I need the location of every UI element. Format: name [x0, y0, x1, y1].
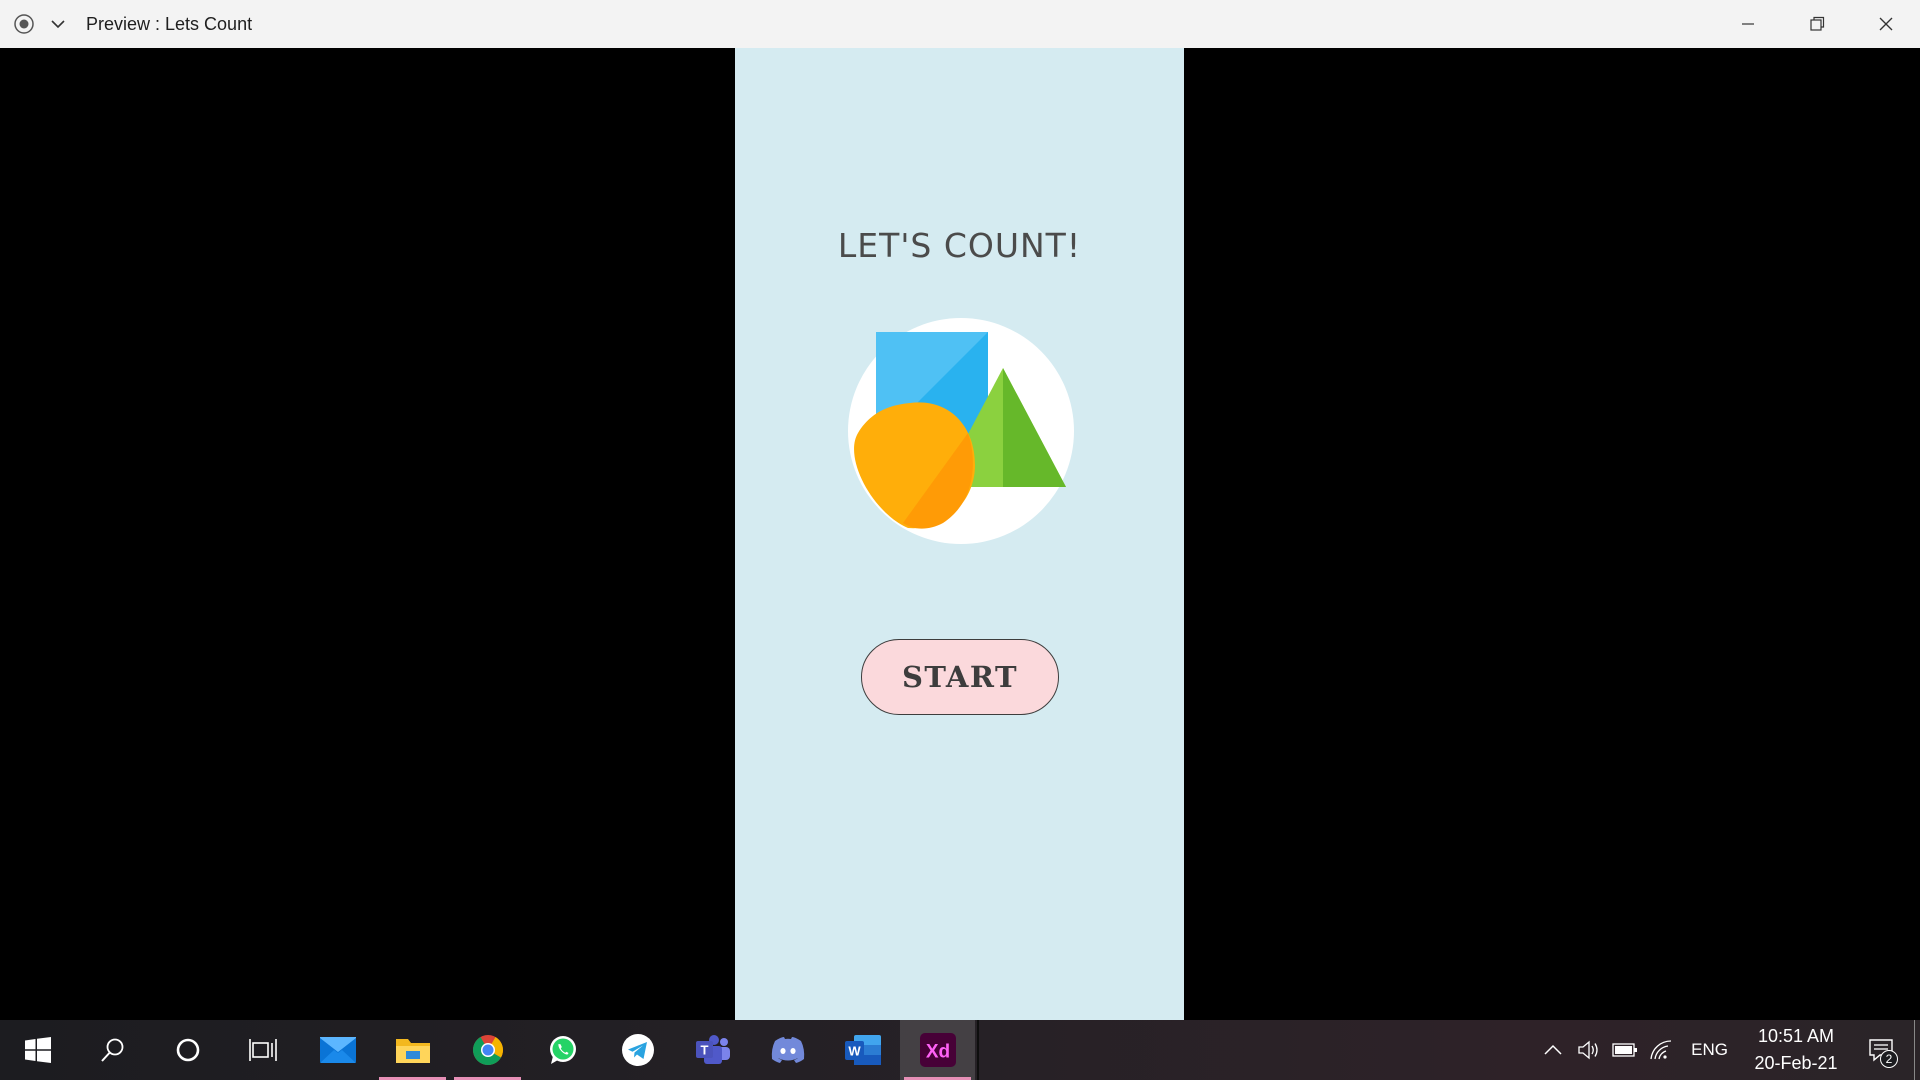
windows-logo-icon	[24, 1037, 51, 1063]
taskbar-discord[interactable]	[750, 1020, 825, 1080]
language-indicator[interactable]: ENG	[1679, 1040, 1740, 1060]
volume-icon[interactable]	[1571, 1020, 1607, 1080]
whatsapp-icon	[549, 1036, 576, 1064]
taskbar: T W Xd ENG 10:51 AM 20-Feb-21 2	[0, 1020, 1920, 1080]
system-tray: ENG 10:51 AM 20-Feb-21 2	[1535, 1020, 1920, 1080]
chevron-down-icon[interactable]	[48, 0, 68, 48]
clock-date: 20-Feb-21	[1754, 1053, 1838, 1073]
minimize-button[interactable]	[1713, 0, 1782, 48]
task-view-button[interactable]	[225, 1020, 300, 1080]
taskbar-separator	[977, 1020, 979, 1080]
clock[interactable]: 10:51 AM 20-Feb-21	[1740, 1023, 1852, 1077]
close-button[interactable]	[1851, 0, 1920, 48]
wifi-icon[interactable]	[1643, 1020, 1679, 1080]
notification-center-button[interactable]: 2	[1852, 1020, 1910, 1080]
teams-icon: T	[695, 1035, 730, 1064]
chevron-up-icon[interactable]	[1535, 1020, 1571, 1080]
search-icon	[100, 1038, 123, 1062]
svg-text:T: T	[700, 1043, 708, 1058]
folder-icon	[395, 1039, 430, 1063]
taskbar-chrome[interactable]	[450, 1020, 525, 1080]
window-titlebar: Preview : Lets Count	[0, 0, 1920, 48]
svg-text:Xd: Xd	[925, 1042, 949, 1063]
preview-area: LET'S COUNT! START	[0, 48, 1920, 1020]
notification-badge: 2	[1880, 1050, 1898, 1068]
taskbar-mail[interactable]	[300, 1020, 375, 1080]
taskbar-adobe-xd[interactable]: Xd	[900, 1020, 975, 1080]
taskbar-teams[interactable]: T	[675, 1020, 750, 1080]
telegram-icon	[621, 1034, 654, 1066]
app-artboard: LET'S COUNT! START	[735, 48, 1184, 1020]
app-title: LET'S COUNT!	[837, 226, 1082, 265]
start-button[interactable]: START	[861, 639, 1059, 715]
window-title: Preview : Lets Count	[86, 13, 253, 34]
task-view-icon	[248, 1039, 277, 1061]
chrome-icon	[472, 1035, 503, 1066]
mail-icon	[319, 1037, 356, 1063]
cortana-icon	[176, 1038, 199, 1062]
taskbar-word[interactable]: W	[825, 1020, 900, 1080]
adobe-xd-icon: Xd	[919, 1033, 956, 1067]
svg-text:W: W	[848, 1044, 861, 1059]
show-desktop-button[interactable]	[1914, 1020, 1920, 1080]
window-controls	[1713, 0, 1920, 48]
discord-icon	[771, 1037, 804, 1063]
titlebar-left: Preview : Lets Count	[0, 0, 252, 48]
record-icon[interactable]	[0, 0, 48, 48]
restore-button[interactable]	[1782, 0, 1851, 48]
cortana-button[interactable]	[150, 1020, 225, 1080]
search-button[interactable]	[75, 1020, 150, 1080]
taskbar-telegram[interactable]	[600, 1020, 675, 1080]
shapes-logo-icon	[848, 318, 1074, 544]
taskbar-whatsapp[interactable]	[525, 1020, 600, 1080]
battery-icon[interactable]	[1607, 1020, 1643, 1080]
start-button-taskbar[interactable]	[0, 1020, 75, 1080]
taskbar-file-explorer[interactable]	[375, 1020, 450, 1080]
clock-time: 10:51 AM	[1757, 1026, 1835, 1046]
word-icon: W	[844, 1035, 881, 1065]
